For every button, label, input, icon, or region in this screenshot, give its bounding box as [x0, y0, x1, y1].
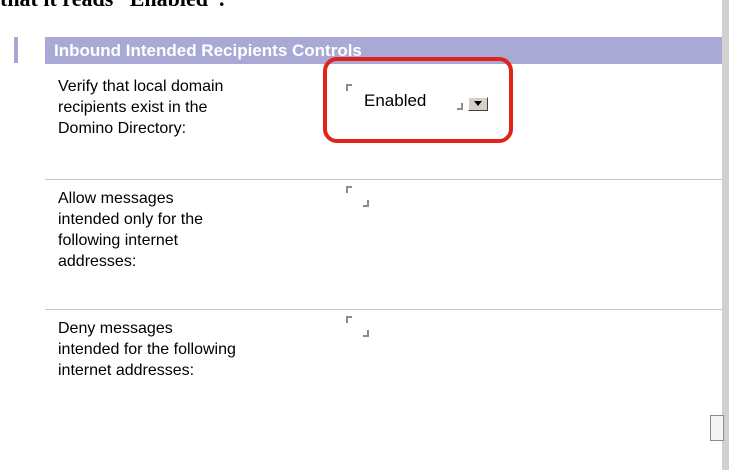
section-marker: [14, 37, 18, 63]
field-start-marker: [346, 84, 352, 91]
scrollbar-thumb[interactable]: [710, 415, 724, 441]
chevron-down-icon: [474, 101, 482, 106]
field-end-marker: [457, 103, 463, 110]
verify-recipients-dropdown-button[interactable]: [468, 97, 488, 111]
field-end-marker: [363, 200, 369, 207]
section-header: Inbound Intended Recipients Controls: [45, 37, 723, 64]
setting-label: Allow messages intended only for the fol…: [58, 190, 203, 270]
setting-row-allow-messages: Allow messages intended only for the fol…: [45, 180, 722, 310]
setting-label: Verify that local domain recipients exis…: [58, 78, 224, 137]
setting-row-verify-local-recipients: Verify that local domain recipients exis…: [45, 64, 722, 180]
caption-text: that it reads “Enabled”.: [0, 0, 729, 10]
verify-recipients-field-value[interactable]: Enabled: [364, 91, 426, 111]
vertical-scrollbar[interactable]: [722, 0, 729, 470]
field-start-marker: [346, 316, 352, 323]
field-end-marker: [363, 330, 369, 337]
setting-label: Deny messages intended for the following…: [58, 320, 236, 379]
field-start-marker: [346, 186, 352, 193]
setting-row-deny-messages: Deny messages intended for the following…: [45, 310, 722, 420]
